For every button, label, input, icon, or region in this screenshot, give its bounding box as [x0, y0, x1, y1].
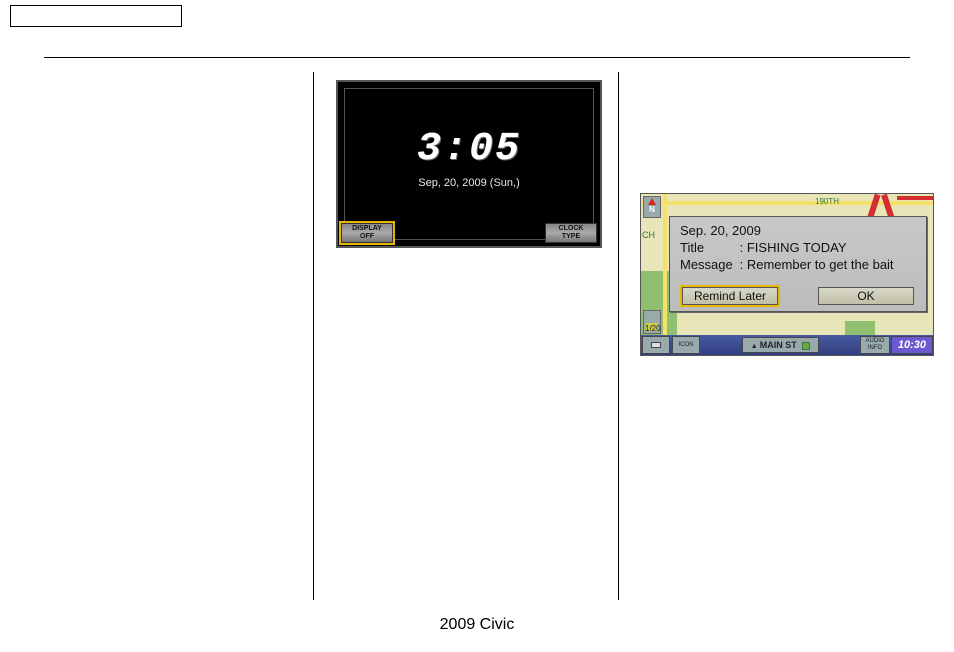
street-name: ▲MAIN ST [742, 337, 819, 353]
footer-clock: 10:30 [891, 336, 933, 354]
display-off-line2: OFF [360, 233, 374, 241]
popup-colon: : [740, 257, 747, 272]
zoom-distance: 1/20 [645, 324, 661, 333]
clock-screen: 3:05 Sep, 20, 2009 (Sun,) DISPLAY OFF CL… [336, 80, 602, 248]
popup-message-value: Remember to get the bait [747, 257, 894, 272]
clock-time: 3:05 [345, 127, 593, 172]
page-footer-text: 2009 Civic [0, 616, 954, 634]
popup-colon: : [740, 240, 747, 255]
display-mode-icon[interactable] [642, 336, 670, 354]
road [663, 194, 667, 337]
map-screen: 190TH CH N 1/20 Sep. 20, 2009 Title : FI… [640, 193, 934, 356]
popup-title-row: Title : FISHING TODAY [680, 240, 916, 255]
clock-type-line2: TYPE [562, 233, 580, 241]
popup-date: Sep. 20, 2009 [680, 223, 916, 238]
popup-message-label: Message [680, 257, 736, 272]
icon-menu-button[interactable]: ICON [672, 336, 700, 354]
audio-info-button[interactable]: AUDIO INFO [860, 336, 890, 354]
street-text: MAIN ST [760, 340, 797, 350]
screen-icon [651, 342, 661, 348]
road-label: 190TH [815, 197, 839, 206]
display-off-button[interactable]: DISPLAY OFF [341, 223, 393, 243]
remind-later-button[interactable]: Remind Later [682, 287, 778, 305]
popup-title-label: Title [680, 240, 736, 255]
ok-button[interactable]: OK [818, 287, 914, 305]
park-area [845, 321, 875, 335]
clock-inner-frame: 3:05 Sep, 20, 2009 (Sun,) [344, 88, 594, 240]
map-initial: CH [642, 230, 655, 240]
horizontal-rule [44, 57, 910, 58]
shield-icon [802, 342, 810, 350]
north-letter: N [644, 204, 660, 215]
clock-type-line1: CLOCK [559, 225, 584, 233]
map-footer-bar: ICON ▲MAIN ST AUDIO INFO 10:30 [641, 335, 933, 355]
highway [867, 194, 880, 219]
popup-message-row: Message : Remember to get the bait [680, 257, 916, 272]
highway [897, 196, 934, 200]
reminder-popup: Sep. 20, 2009 Title : FISHING TODAY Mess… [669, 216, 927, 312]
icon-label: ICON [679, 342, 694, 348]
clock-date: Sep, 20, 2009 (Sun,) [345, 177, 593, 189]
ns-indicator: ▲ [751, 343, 758, 350]
page-number-box [10, 5, 182, 27]
north-up-icon[interactable]: N [643, 196, 661, 218]
display-off-line1: DISPLAY [352, 225, 382, 233]
audio-line1: AUDIO [865, 338, 884, 345]
popup-title-value: FISHING TODAY [747, 240, 847, 255]
column-separator [618, 72, 619, 600]
clock-type-button[interactable]: CLOCK TYPE [545, 223, 597, 243]
column-separator [313, 72, 314, 600]
audio-line2: INFO [868, 345, 882, 352]
